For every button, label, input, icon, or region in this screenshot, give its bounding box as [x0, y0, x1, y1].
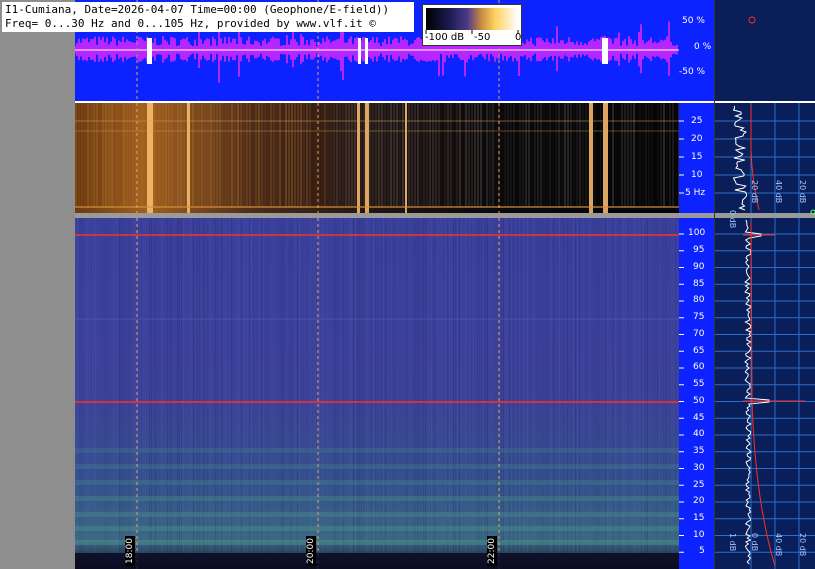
colorbar-label-high: 0	[515, 32, 522, 43]
low-tick-15: 15	[691, 152, 703, 162]
title-line-2: Freq= 0...30 Hz and 0...105 Hz, provided…	[5, 17, 376, 30]
side-low-tick-3: 40 dB	[774, 180, 783, 204]
full-tick-60: 60	[693, 362, 705, 372]
full-band-reference-curve	[750, 221, 776, 567]
time-label-1800: 18:00	[125, 536, 135, 566]
side-low-tick-4: 20 dB	[798, 180, 807, 204]
colorbar-gradient	[426, 8, 518, 30]
level-indicator-icon	[748, 16, 756, 24]
title-box: I1-Cumiana, Date=2026-04-07 Time=00:00 (…	[2, 2, 414, 32]
colorbar-legend: -100 dB -50 0	[422, 4, 522, 46]
low-band-axis: 25 20 15 10 5 Hz	[679, 103, 714, 213]
side-full-tick-3: 40 dB	[774, 533, 783, 557]
full-tick-100: 100	[688, 228, 706, 238]
colorbar-label-mid: -50	[474, 32, 491, 43]
low-tick-25: 25	[691, 116, 703, 126]
full-band-spectrum-trace	[744, 219, 770, 565]
full-tick-65: 65	[693, 346, 705, 356]
low-tick-20: 20	[691, 134, 703, 144]
full-tick-20: 20	[693, 496, 705, 506]
waveform-tick-0: 0 %	[694, 42, 712, 52]
side-full-tick-1: 1 dB	[728, 533, 737, 552]
left-gutter	[0, 0, 75, 569]
spectrum-side-panel: 0 dB 20 dB 40 dB 20 dB 1 dB 0 dB 40 dB 2…	[714, 0, 815, 569]
waveform-axis: 50 % 0 % -50 %	[679, 0, 714, 101]
title-line-1: I1-Cumiana, Date=2026-04-07 Time=00:00 (…	[5, 3, 390, 16]
waveform-tick-50: 50 %	[682, 16, 705, 26]
side-full-tick-2: 0 dB	[750, 533, 759, 552]
low-band-svg	[75, 103, 679, 213]
full-tick-35: 35	[693, 446, 705, 456]
full-tick-80: 80	[693, 295, 705, 305]
side-panel-svg	[715, 16, 815, 569]
low-tick-10: 10	[691, 170, 703, 180]
full-tick-25: 25	[693, 480, 705, 490]
side-full-tick-4: 20 dB	[798, 533, 807, 557]
colorbar-label-low: -100 dB	[425, 32, 465, 43]
full-tick-15: 15	[693, 513, 705, 523]
full-tick-90: 90	[693, 262, 705, 272]
full-tick-50: 50	[693, 396, 705, 406]
full-tick-85: 85	[693, 279, 705, 289]
time-label-2200: 22:00	[487, 536, 497, 566]
full-band-axis: 100 95 90 85 80 75 70 65 60 55 50 45 40 …	[679, 218, 714, 569]
low-tick-5hz: 5 Hz	[685, 188, 706, 198]
time-label-2000: 20:00	[306, 536, 316, 566]
full-tick-70: 70	[693, 329, 705, 339]
full-tick-5: 5	[699, 546, 705, 556]
spectrogram-low-band	[75, 103, 679, 213]
full-tick-40: 40	[693, 429, 705, 439]
full-tick-75: 75	[693, 312, 705, 322]
full-tick-10: 10	[693, 530, 705, 540]
full-tick-45: 45	[693, 413, 705, 423]
side-low-tick-2: 20 dB	[750, 180, 759, 204]
vlf-monitor-display: 50 % 0 % -50 % I1-Cumiana, Date=2026-04-…	[0, 0, 815, 569]
full-tick-30: 30	[693, 463, 705, 473]
waveform-tick-minus50: -50 %	[679, 67, 706, 77]
spectrogram-full-band: 18:00 20:00 22:00	[75, 218, 679, 569]
full-tick-55: 55	[693, 379, 705, 389]
full-tick-95: 95	[693, 245, 705, 255]
full-band-svg	[75, 218, 679, 569]
low-band-spectrum-trace	[732, 105, 748, 211]
side-low-tick-1: 0 dB	[728, 210, 737, 229]
